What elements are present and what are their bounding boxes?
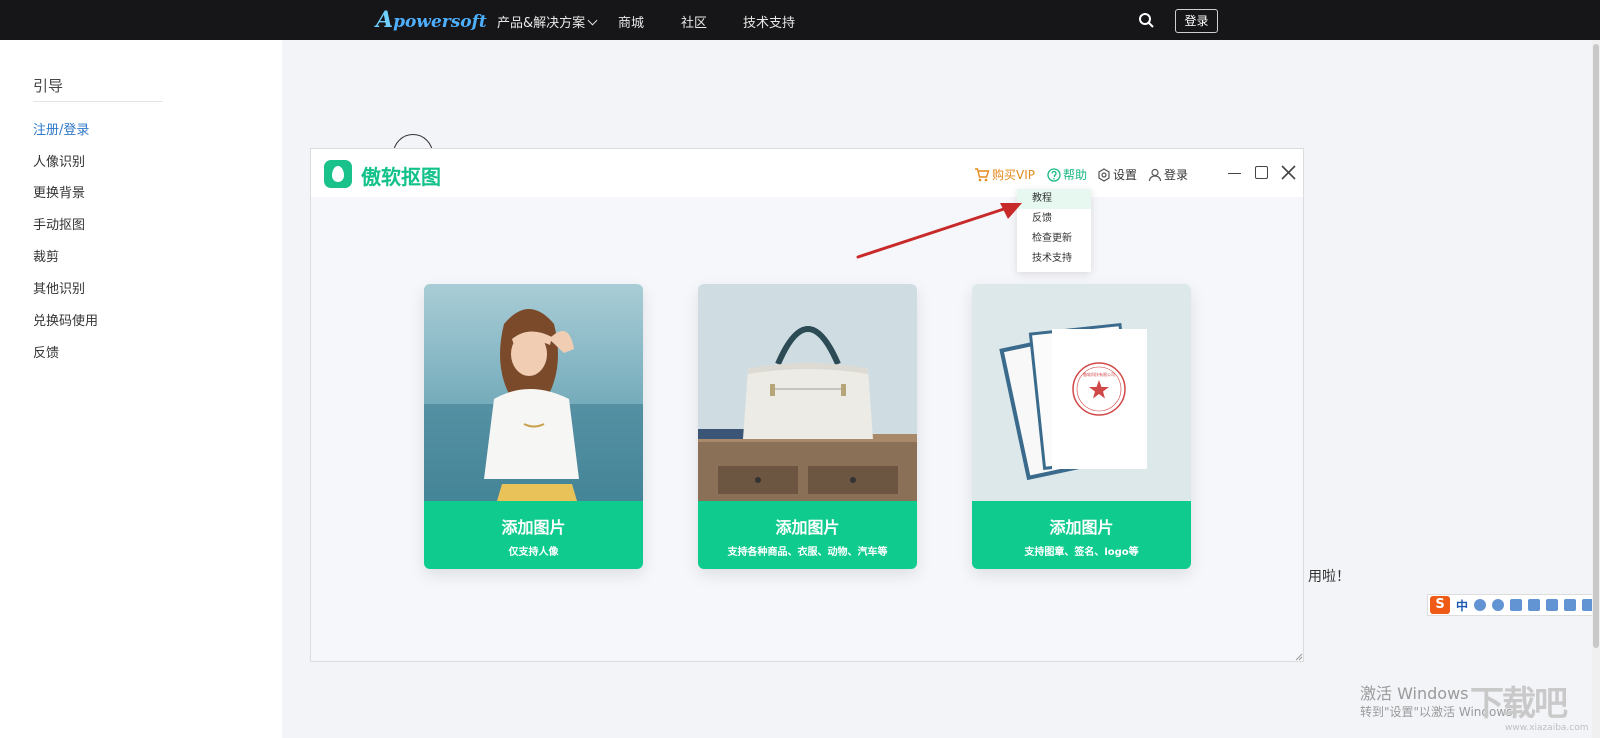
top-nav-bar: Apowersoft 产品&解决方案 商城 社区 技术支持 登录: [0, 0, 1600, 40]
cart-icon: [975, 168, 990, 182]
stamp-document-sample-image: 傲软科技有限公司: [972, 284, 1191, 501]
add-image-product-card[interactable]: 添加图片 支持各种商品、衣服、动物、汽车等: [698, 284, 917, 569]
user-icon: [1148, 168, 1162, 182]
add-image-portrait-card[interactable]: 添加图片 仅支持人像: [424, 284, 643, 569]
sogou-logo-icon[interactable]: S: [1430, 596, 1450, 614]
emoji-icon[interactable]: [1492, 599, 1505, 611]
add-image-stamp-card[interactable]: 傲软科技有限公司 添加图片 支持图章、签名、logo等: [972, 284, 1191, 569]
portrait-sample-image: [424, 284, 643, 501]
help-circle-icon: [1047, 168, 1061, 182]
nav-store[interactable]: 商城: [618, 12, 644, 31]
chevron-down-icon: [587, 15, 598, 26]
close-icon[interactable]: [1280, 164, 1297, 181]
app-logo-icon: [324, 160, 352, 188]
card-footer: 添加图片 支持各种商品、衣服、动物、汽车等: [698, 501, 917, 569]
apowersoft-logo[interactable]: Apowersoft: [376, 7, 487, 33]
settings-button[interactable]: 设置: [1097, 166, 1137, 183]
gear-icon: [1098, 168, 1110, 182]
site-watermark-logo: 下载吧: [1470, 684, 1568, 724]
guide-sidebar: 引导 注册/登录 人像识别 更换背景 手动抠图 裁剪 其他识别 兑换码使用 反馈: [0, 40, 282, 738]
skin-icon[interactable]: [1564, 599, 1577, 611]
stamp-text: 傲软科技有限公司: [1083, 371, 1115, 377]
guide-item-portrait[interactable]: 人像识别: [33, 151, 85, 170]
search-icon[interactable]: [1138, 12, 1154, 28]
card-footer: 添加图片 仅支持人像: [424, 501, 643, 569]
nav-products-solutions[interactable]: 产品&解决方案: [497, 12, 598, 31]
guide-item-other-recognition[interactable]: 其他识别: [33, 278, 85, 297]
guide-item-register-login[interactable]: 注册/登录: [33, 119, 89, 138]
app-login-button[interactable]: 登录: [1148, 166, 1188, 183]
ime-mode-chinese[interactable]: 中: [1456, 597, 1468, 614]
login-button[interactable]: 登录: [1175, 9, 1218, 33]
page-scrollbar[interactable]: [1592, 40, 1600, 738]
guide-divider: [33, 101, 163, 102]
guide-item-manual-cutout[interactable]: 手动抠图: [33, 214, 85, 233]
user-service-icon[interactable]: [1546, 599, 1559, 611]
app-window: 傲软抠图 购买VIP 帮助 设置 登录 教程 反馈 检查更新 技术支持 添加图片…: [310, 148, 1304, 662]
ime-toolbar: S 中: [1427, 594, 1600, 616]
nav-tech-support[interactable]: 技术支持: [743, 12, 795, 31]
site-watermark-url: www.xiazaiba.com: [1505, 723, 1589, 733]
scrollbar-thumb[interactable]: [1593, 44, 1599, 648]
buy-vip-button[interactable]: 购买VIP: [974, 166, 1035, 183]
nav-community[interactable]: 社区: [681, 12, 707, 31]
app-title: 傲软抠图: [361, 165, 441, 189]
card-footer: 添加图片 支持图章、签名、logo等: [972, 501, 1191, 569]
minimize-icon[interactable]: [1228, 173, 1241, 174]
red-arrow-annotation: [856, 203, 1022, 259]
punctuation-icon[interactable]: [1474, 599, 1487, 611]
keyboard-icon[interactable]: [1528, 599, 1541, 611]
app-titlebar: 傲软抠图 购买VIP 帮助 设置 登录: [311, 149, 1303, 197]
guide-item-change-background[interactable]: 更换背景: [33, 182, 85, 201]
resize-grip-icon[interactable]: [1293, 651, 1303, 661]
help-button[interactable]: 帮助: [1047, 166, 1087, 183]
activate-windows-title: 激活 Windows: [1360, 684, 1469, 703]
guide-item-feedback[interactable]: 反馈: [33, 342, 59, 361]
guide-title: 引导: [33, 77, 64, 95]
maximize-icon[interactable]: [1255, 166, 1268, 179]
microphone-icon[interactable]: [1510, 599, 1523, 611]
handbag-sample-image: [698, 284, 917, 501]
guide-item-crop[interactable]: 裁剪: [33, 246, 59, 265]
background-text: 用啦！: [1308, 569, 1350, 585]
guide-item-redeem-code[interactable]: 兑换码使用: [33, 310, 98, 329]
